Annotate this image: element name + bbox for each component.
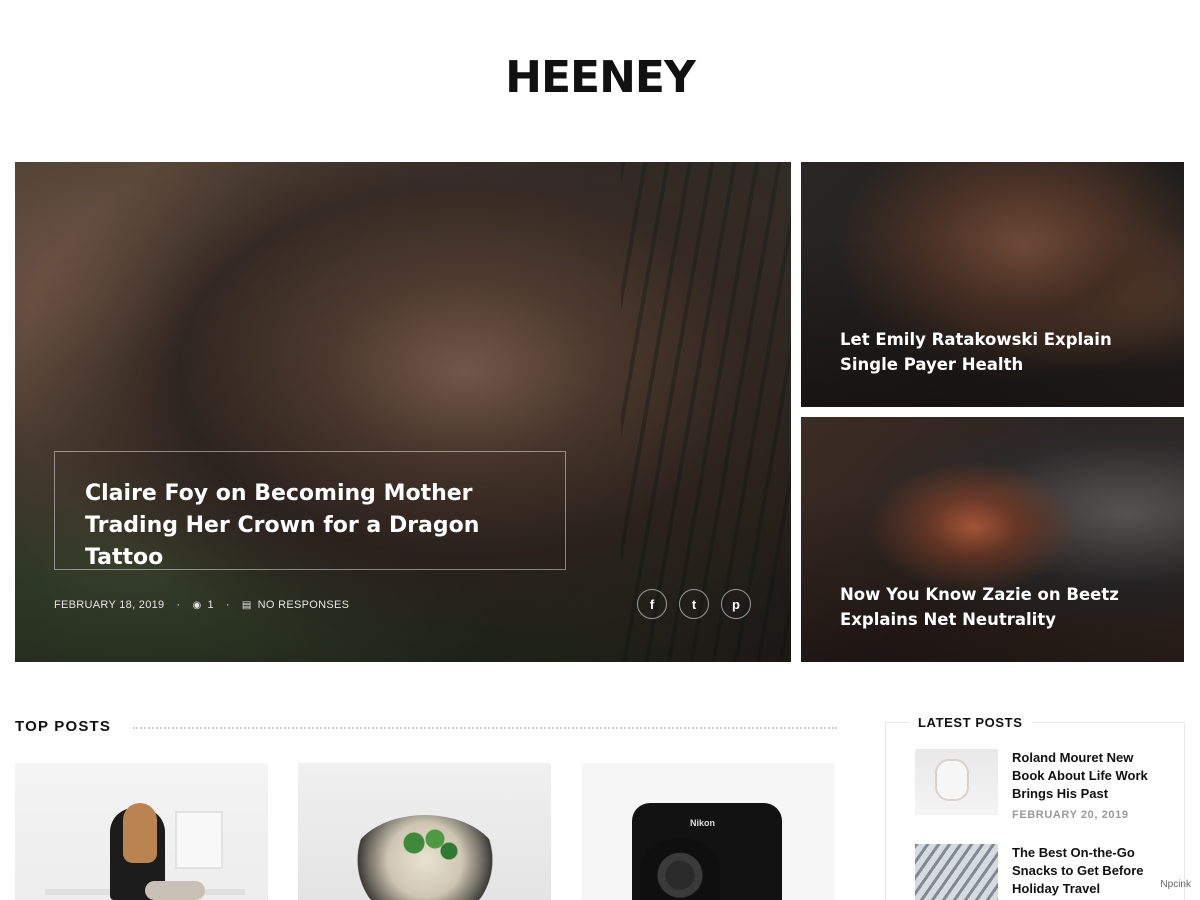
divider	[133, 726, 837, 729]
post-date: FEBRUARY 18, 2019	[54, 599, 165, 611]
top-post-thumbnail[interactable]	[15, 763, 268, 900]
side-article-1[interactable]: Let Emily Ratakowski Explain Single Paye…	[801, 162, 1184, 407]
list-item[interactable]: The Best On-the-Go Snacks to Get Before …	[915, 844, 1162, 900]
top-posts-header: TOP POSTS	[15, 718, 837, 735]
camera-brand-label: Nikon	[690, 818, 716, 828]
latest-post-title[interactable]: The Best On-the-Go Snacks to Get Before …	[1012, 844, 1162, 898]
latest-posts-heading: LATEST POSTS	[908, 715, 1033, 730]
hero-title-box: Claire Foy on Becoming Mother Trading He…	[54, 451, 566, 570]
latest-posts-widget: LATEST POSTS Roland Mouret New Book Abou…	[885, 715, 1185, 900]
hero-main-title[interactable]: Claire Foy on Becoming Mother Trading He…	[85, 478, 535, 574]
top-post-thumbnail[interactable]: Nikon	[582, 763, 835, 900]
view-count: 1	[207, 599, 214, 611]
site-title[interactable]: HEENEY	[0, 52, 1200, 103]
twitter-icon[interactable]: t	[679, 589, 709, 619]
pinterest-icon[interactable]: p	[721, 589, 751, 619]
side-article-title[interactable]: Let Emily Ratakowski Explain Single Paye…	[840, 327, 1140, 377]
latest-post-thumbnail[interactable]	[915, 749, 998, 815]
top-post-thumbnail[interactable]	[298, 763, 551, 900]
comment-icon: ▤	[241, 599, 252, 611]
facebook-icon[interactable]: f	[637, 589, 667, 619]
side-article-title[interactable]: Now You Know Zazie on Beetz Explains Net…	[840, 582, 1140, 632]
hero-main-article[interactable]: Claire Foy on Becoming Mother Trading He…	[15, 162, 791, 662]
list-item[interactable]: Roland Mouret New Book About Life Work B…	[915, 749, 1162, 821]
hero-meta: FEBRUARY 18, 2019 · ◉ 1 · ▤ NO RESPONSES	[54, 599, 350, 611]
top-posts-heading: TOP POSTS	[15, 718, 112, 735]
side-article-2[interactable]: Now You Know Zazie on Beetz Explains Net…	[801, 417, 1184, 662]
watermark: Npcink	[1160, 879, 1191, 890]
latest-post-thumbnail[interactable]	[915, 844, 998, 900]
latest-post-date: FEBRUARY 20, 2019	[1012, 809, 1129, 821]
responses-count[interactable]: NO RESPONSES	[258, 599, 350, 611]
latest-post-title[interactable]: Roland Mouret New Book About Life Work B…	[1012, 749, 1162, 803]
share-buttons: f t p	[637, 589, 751, 619]
eye-icon: ◉	[192, 599, 202, 611]
